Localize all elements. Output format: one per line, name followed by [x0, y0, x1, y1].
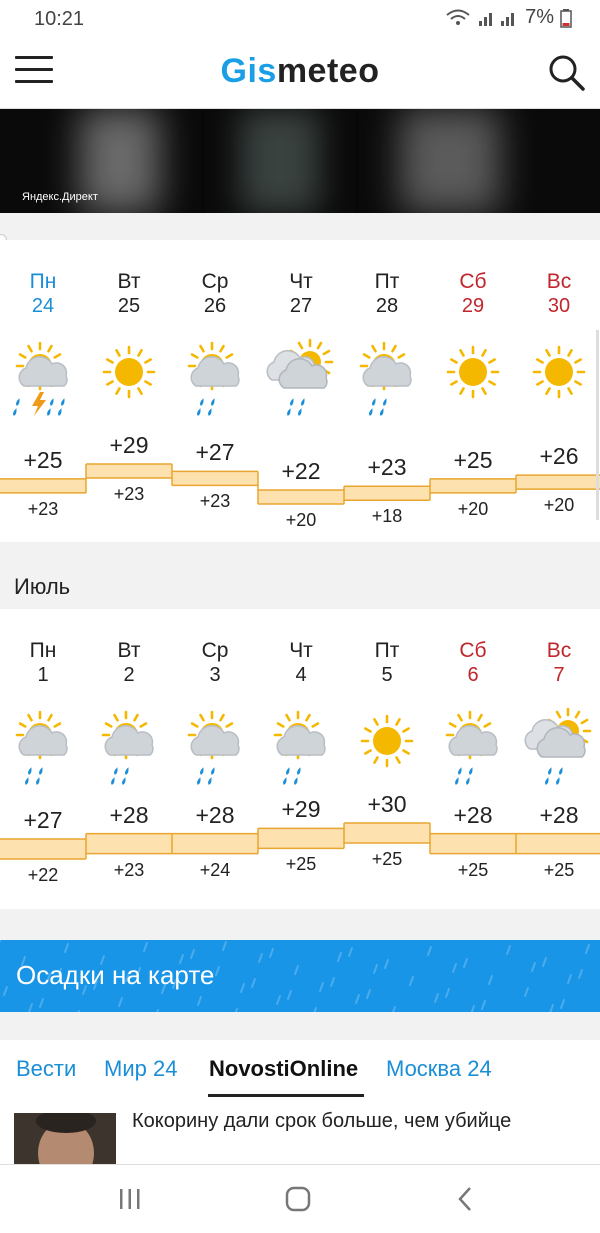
- search-icon[interactable]: [546, 52, 586, 92]
- temperature-step: [258, 828, 344, 849]
- temperature-step: [430, 478, 516, 493]
- temp-max: +30: [367, 791, 407, 817]
- temperature-step: [258, 490, 344, 504]
- forecast-week-2: Пн 1 Вт 2 Ср 3 Чт 4 Пт 5 Сб 6 Вс 7 +27 +22 +28 +23 +…: [0, 609, 600, 909]
- news-section: Вести Мир 24 NovostiOnline Москва 24 Кок…: [0, 1040, 600, 1169]
- news-tab-vesti[interactable]: Вести: [16, 1056, 76, 1082]
- temperature-step: [86, 464, 172, 478]
- temp-min: +23: [199, 491, 231, 512]
- ad-label: Яндекс.Директ: [22, 191, 98, 203]
- battery-text: 7%: [525, 6, 554, 28]
- temp-min: +20: [543, 495, 575, 516]
- back-icon[interactable]: [446, 1183, 486, 1215]
- temp-max: +29: [281, 796, 321, 823]
- forecast-week-1: Пн 24 Вт 25 Ср 26 Чт 27 Пт 28 Сб 29 Вс 30 +25 +23 +2…: [0, 240, 600, 542]
- temperature-step: [0, 478, 86, 493]
- temp-max: +22: [281, 458, 321, 484]
- month-label: Июль: [14, 574, 71, 599]
- temp-max: +28: [109, 801, 149, 828]
- temp-min: +23: [113, 484, 145, 504]
- home-icon[interactable]: [278, 1183, 318, 1215]
- temp-max: +23: [367, 454, 407, 481]
- temp-max: +28: [453, 801, 493, 828]
- temperature-step: [86, 833, 172, 854]
- temp-max: +25: [453, 446, 493, 473]
- temp-min: +25: [457, 859, 489, 880]
- temp-max: +27: [23, 807, 63, 833]
- temperature-step: [516, 475, 600, 490]
- status-time: 10:21: [34, 8, 85, 30]
- news-thumbnail[interactable]: [14, 1113, 116, 1169]
- temp-min: +23: [27, 498, 59, 519]
- news-tab-mir24[interactable]: Мир 24: [104, 1056, 177, 1082]
- scrollbar[interactable]: [596, 330, 599, 520]
- system-nav-bar: [0, 1164, 600, 1233]
- temperature-step: [344, 823, 430, 843]
- temperature-step: [344, 486, 430, 501]
- temp-max: +26: [539, 443, 579, 470]
- temperature-step: [516, 833, 600, 854]
- temp-min: +20: [285, 510, 317, 530]
- temp-max: +29: [109, 432, 149, 458]
- temp-max: +25: [23, 446, 63, 473]
- news-tabs: Вести Мир 24 NovostiOnline Москва 24: [0, 1040, 600, 1100]
- temp-min: +23: [113, 859, 145, 880]
- gismeteo-logo: Gismeteo: [220, 52, 380, 90]
- ad-banner[interactable]: Яндекс.Директ: [0, 109, 600, 213]
- temp-min: +25: [543, 859, 575, 880]
- temperature-step: [172, 471, 258, 486]
- status-bar: 10:21 7%: [0, 0, 600, 38]
- news-headline[interactable]: Кокорину дали срок больше, чем убийце: [132, 1110, 511, 1133]
- precipitation-map-banner[interactable]: Осадки на карте: [0, 940, 600, 1012]
- temp-min: +25: [285, 854, 317, 875]
- active-tab-indicator: [208, 1094, 364, 1097]
- temperature-step: [172, 833, 258, 854]
- status-icons: 7%: [445, 6, 572, 29]
- news-tab-moskva24[interactable]: Москва 24: [386, 1056, 492, 1082]
- wifi-icon: [446, 9, 470, 25]
- app-header: Gismeteo: [0, 38, 600, 109]
- temp-max: +28: [195, 801, 235, 828]
- temp-min: +22: [27, 865, 59, 885]
- temp-min: +25: [371, 849, 403, 869]
- temp-min: +20: [457, 498, 489, 519]
- temp-max: +28: [539, 801, 579, 828]
- news-tab-novostionline[interactable]: NovostiOnline: [209, 1056, 358, 1082]
- precipitation-map-label: Осадки на карте: [16, 960, 215, 990]
- temperature-step: [430, 833, 516, 854]
- temp-min: +18: [371, 506, 403, 527]
- signal-icon: [479, 12, 515, 26]
- recent-apps-icon[interactable]: [110, 1183, 150, 1215]
- temp-max: +27: [195, 439, 235, 466]
- battery-icon: [560, 8, 572, 28]
- temperature-step: [0, 839, 86, 859]
- temp-min: +24: [199, 859, 231, 880]
